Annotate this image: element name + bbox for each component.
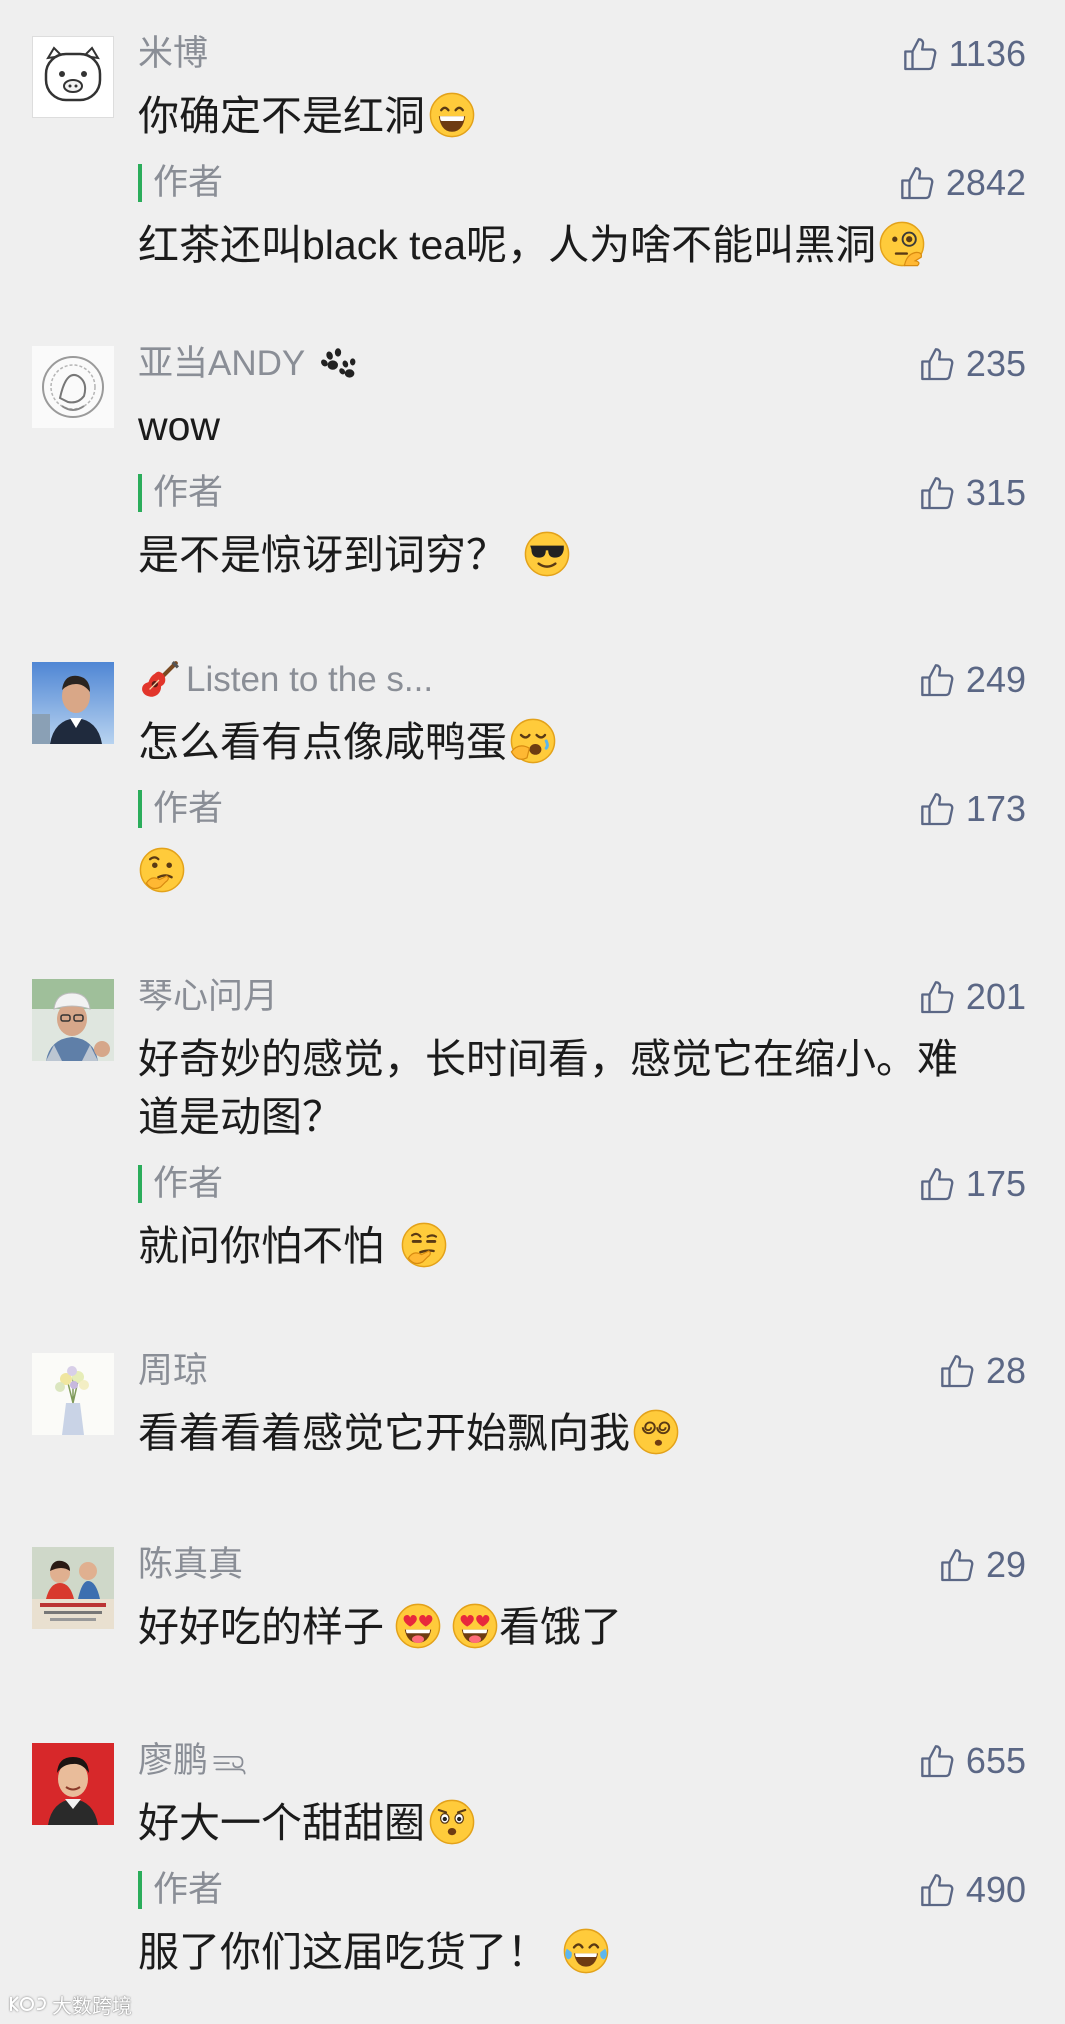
- like-button[interactable]: 249: [917, 660, 1026, 700]
- comment-text: 看着看着感觉它开始飘向我: [138, 1404, 1026, 1462]
- like-count: 173: [965, 788, 1026, 829]
- author-label: 作者: [138, 790, 223, 828]
- author-label: 作者: [138, 1871, 223, 1909]
- like-count: 175: [965, 1163, 1026, 1204]
- author-reply-text: 是不是惊讶到词穷？: [138, 526, 1026, 584]
- like-count: 235: [965, 343, 1026, 384]
- thumbs-up-icon: [937, 1545, 977, 1585]
- face-with-monocle-emoji-icon: [878, 220, 926, 268]
- like-button[interactable]: 173: [917, 789, 1026, 829]
- like-count: 1136: [948, 33, 1026, 74]
- author-reply-header: 作者 490: [138, 1870, 1026, 1910]
- thumbs-up-icon: [937, 1351, 977, 1391]
- thumbs-up-icon: [917, 977, 957, 1017]
- thumbs-up-icon: [917, 344, 957, 384]
- user-name: 陈真真: [138, 1545, 244, 1584]
- sunglasses-face-emoji-icon: [523, 530, 571, 578]
- thumbs-up-icon: [917, 473, 957, 513]
- watermark-logo-icon: [10, 1996, 47, 2012]
- user-name: Listen to the s...: [138, 659, 433, 701]
- like-count: 201: [965, 976, 1026, 1017]
- comment-text: 你确定不是红洞: [138, 87, 1026, 145]
- like-button[interactable]: 201: [917, 977, 1026, 1017]
- like-button[interactable]: 29: [937, 1545, 1026, 1585]
- author-reply-header: 作者 173: [138, 789, 1026, 829]
- avatar[interactable]: [32, 662, 114, 744]
- user-name: 周琼: [138, 1351, 209, 1390]
- heart-eyes-tongue-emoji-icon: [394, 1602, 442, 1650]
- comment-text: wow: [138, 403, 221, 449]
- paw-prints-icon: [321, 348, 356, 378]
- avatar[interactable]: [32, 979, 114, 1061]
- thumbs-up-icon: [917, 1870, 957, 1910]
- like-button[interactable]: 1136: [900, 34, 1026, 74]
- like-count: 490: [965, 1869, 1026, 1910]
- avatar[interactable]: [32, 346, 114, 428]
- heart-eyes-tongue-emoji-icon: [451, 1602, 499, 1650]
- comment-text: 怎么看有点像咸鸭蛋: [138, 713, 1026, 771]
- avatar[interactable]: [32, 36, 114, 118]
- like-button[interactable]: 655: [917, 1741, 1026, 1781]
- comment-text-line: 好奇妙的感觉，长时间看，感觉它在缩小。难: [138, 1036, 958, 1082]
- guitar-icon: [142, 661, 180, 697]
- user-name: 琴心问月: [138, 977, 279, 1016]
- wind-swirl-icon: [213, 1755, 246, 1775]
- author-reply-header: 作者 175: [138, 1164, 1026, 1204]
- author-label: 作者: [138, 474, 223, 512]
- author-reply-header: 作者 2842: [138, 163, 1026, 203]
- like-button[interactable]: 2842: [897, 163, 1026, 203]
- grinning-face-emoji-icon: [428, 91, 476, 139]
- user-name: 廖鹏: [138, 1740, 252, 1782]
- like-button[interactable]: 235: [917, 344, 1026, 384]
- like-count: 28: [985, 1350, 1026, 1391]
- like-count: 249: [965, 659, 1026, 700]
- dizzy-face-emoji-icon: [632, 1408, 680, 1456]
- author-label: 作者: [138, 1165, 223, 1203]
- thumbs-up-icon: [917, 1164, 957, 1204]
- like-button[interactable]: 28: [937, 1351, 1026, 1391]
- thumbs-up-icon: [897, 163, 937, 203]
- thinking-face-emoji-icon: [138, 846, 186, 894]
- user-name: 亚当ANDY: [138, 343, 359, 385]
- thumbs-up-icon: [917, 1741, 957, 1781]
- comment-text-line: 道是动图？: [138, 1094, 343, 1140]
- yawning-face-emoji-icon: [509, 717, 557, 765]
- thumbs-up-icon: [900, 34, 940, 74]
- avatar[interactable]: [32, 1547, 114, 1629]
- like-count: 315: [965, 472, 1026, 513]
- author-reply-text: 红茶还叫black tea呢，人为啥不能叫黑洞: [138, 216, 1026, 274]
- comment-text: 好好吃的样子 看饿了: [138, 1602, 622, 1650]
- like-button[interactable]: 490: [917, 1870, 1026, 1910]
- like-button[interactable]: 315: [917, 473, 1026, 513]
- author-reply-text: [138, 842, 1026, 900]
- author-reply-text: 就问你怕不怕: [138, 1217, 1026, 1275]
- avatar[interactable]: [32, 1353, 114, 1435]
- thumbs-up-icon: [917, 789, 957, 829]
- watermark-text: 大数跨境: [52, 1995, 132, 2018]
- watermark: 大数跨境: [8, 1991, 132, 2018]
- tears-of-joy-emoji-icon: [562, 1927, 610, 1975]
- like-button[interactable]: 175: [917, 1164, 1026, 1204]
- author-label: 作者: [138, 164, 223, 202]
- author-reply-header: 作者 315: [138, 473, 1026, 513]
- comment-text: 好大一个甜甜圈: [138, 1794, 1026, 1852]
- thumbs-up-icon: [917, 660, 957, 700]
- avatar[interactable]: [32, 1743, 114, 1825]
- like-count: 29: [985, 1544, 1026, 1585]
- comment-text: 好奇妙的感觉，长时间看，感觉它在缩小。难 道是动图？: [138, 1030, 1026, 1146]
- smirking-thinking-face-emoji-icon: [400, 1221, 448, 1269]
- user-name: 米博: [138, 34, 209, 73]
- like-count: 655: [965, 1740, 1026, 1781]
- astonished-face-emoji-icon: [428, 1798, 476, 1846]
- like-count: 2842: [945, 162, 1026, 203]
- author-reply-text: 服了你们这届吃货了！: [138, 1923, 1026, 1981]
